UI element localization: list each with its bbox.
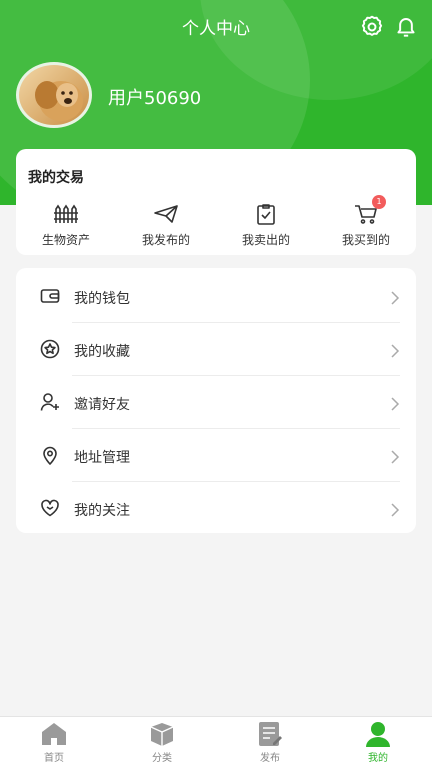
- menu-item-wallet[interactable]: 我的钱包: [16, 270, 416, 323]
- trade-item-label: 我发布的: [141, 233, 190, 247]
- trade-item-bought[interactable]: 1 我买到的: [326, 195, 406, 249]
- tab-mine[interactable]: 我的: [338, 721, 418, 767]
- menu-item-invite-friends[interactable]: 邀请好友: [16, 376, 416, 429]
- menu-item-label: 邀请好友: [74, 397, 130, 413]
- chevron-right-icon: [390, 343, 400, 358]
- gear-icon[interactable]: [359, 14, 385, 40]
- bottom-tab-bar: 首页 分类 发布 我的: [0, 716, 432, 768]
- star-icon: [40, 339, 60, 359]
- location-pin-icon: [40, 445, 60, 466]
- box-icon: [122, 721, 202, 747]
- heart-icon: [40, 498, 60, 518]
- trade-item-published[interactable]: 我发布的: [126, 203, 206, 249]
- chevron-right-icon: [390, 396, 400, 411]
- chevron-right-icon: [390, 449, 400, 464]
- tab-label: 发布: [260, 753, 280, 764]
- tab-category[interactable]: 分类: [122, 721, 202, 767]
- user-icon: [338, 721, 418, 747]
- menu-item-label: 我的关注: [74, 503, 130, 519]
- tab-publish[interactable]: 发布: [230, 721, 310, 767]
- clipboard-check-icon: [226, 203, 306, 225]
- my-trades-card: 我的交易 生物资产 我发布的 我卖出的 1 我买到的: [16, 149, 416, 255]
- tab-label: 首页: [44, 753, 64, 764]
- menu-item-following[interactable]: 我的关注: [16, 482, 416, 535]
- bell-icon[interactable]: [393, 14, 419, 40]
- menu-item-label: 我的收藏: [74, 344, 130, 360]
- trade-item-label: 我买到的: [341, 233, 390, 247]
- menu-item-label: 地址管理: [74, 450, 130, 466]
- my-trades-title: 我的交易: [28, 170, 84, 186]
- publish-icon: [230, 721, 310, 747]
- profile-page: 个人中心 用户50690 我的交易 生物资产 我发布的 我卖出的 1 我买到的 …: [0, 0, 432, 768]
- menu-item-address[interactable]: 地址管理: [16, 429, 416, 482]
- settings-menu: 我的钱包 我的收藏 邀请好友 地址管理 我的关注: [16, 268, 416, 533]
- home-icon: [14, 721, 94, 747]
- tab-label: 我的: [368, 753, 388, 764]
- paper-plane-icon: [126, 203, 206, 225]
- trade-item-sold[interactable]: 我卖出的: [226, 203, 306, 249]
- add-user-icon: [40, 392, 60, 412]
- fence-icon: [26, 203, 106, 225]
- chevron-right-icon: [390, 290, 400, 305]
- tab-label: 分类: [152, 753, 172, 764]
- trade-item-label: 我卖出的: [241, 233, 290, 247]
- tab-home[interactable]: 首页: [14, 721, 94, 767]
- menu-item-favorites[interactable]: 我的收藏: [16, 323, 416, 376]
- cart-icon: [326, 203, 406, 225]
- trade-item-label: 生物资产: [41, 233, 90, 247]
- chevron-right-icon: [390, 502, 400, 517]
- menu-item-label: 我的钱包: [74, 291, 130, 307]
- trade-item-bio-assets[interactable]: 生物资产: [26, 203, 106, 249]
- username: 用户50690: [108, 88, 202, 109]
- avatar[interactable]: [16, 62, 92, 128]
- wallet-icon: [40, 286, 60, 306]
- cart-badge: 1: [372, 195, 386, 209]
